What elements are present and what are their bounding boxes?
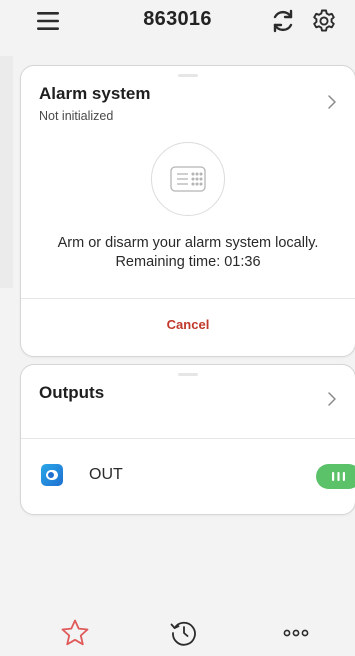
history-icon[interactable] <box>169 618 199 653</box>
drag-handle[interactable] <box>178 373 198 376</box>
gear-icon[interactable] <box>311 8 337 34</box>
switch-icon <box>41 464 63 486</box>
background-panel <box>0 56 13 288</box>
alarm-status-text: Not initialized <box>39 109 114 123</box>
remaining-time-text: Remaining time: 01:36 <box>115 254 261 270</box>
more-icon[interactable] <box>283 618 309 653</box>
alarm-message: Arm or disarm your alarm system locally.… <box>21 234 355 272</box>
divider <box>21 438 355 439</box>
top-bar: 863016 <box>0 0 355 46</box>
star-icon[interactable] <box>60 618 90 653</box>
outputs-card[interactable]: Outputs OUT <box>20 364 355 515</box>
output-label: OUT <box>89 466 123 483</box>
alarm-system-card[interactable]: Alarm system Not initialized Arm or disa… <box>20 65 355 357</box>
cancel-button[interactable]: Cancel <box>21 299 355 355</box>
device-title: 863016 <box>143 8 212 30</box>
drag-handle[interactable] <box>178 74 198 77</box>
alarm-message-line: Arm or disarm your alarm system locally. <box>57 235 319 251</box>
output-toggle[interactable] <box>316 464 355 489</box>
keypad-icon <box>151 142 225 216</box>
chevron-right-icon[interactable] <box>327 94 337 110</box>
sync-icon[interactable] <box>269 8 297 34</box>
outputs-card-title: Outputs <box>39 383 105 402</box>
bottom-nav <box>0 600 355 656</box>
chevron-right-icon[interactable] <box>327 391 337 407</box>
alarm-card-title: Alarm system <box>39 84 151 103</box>
